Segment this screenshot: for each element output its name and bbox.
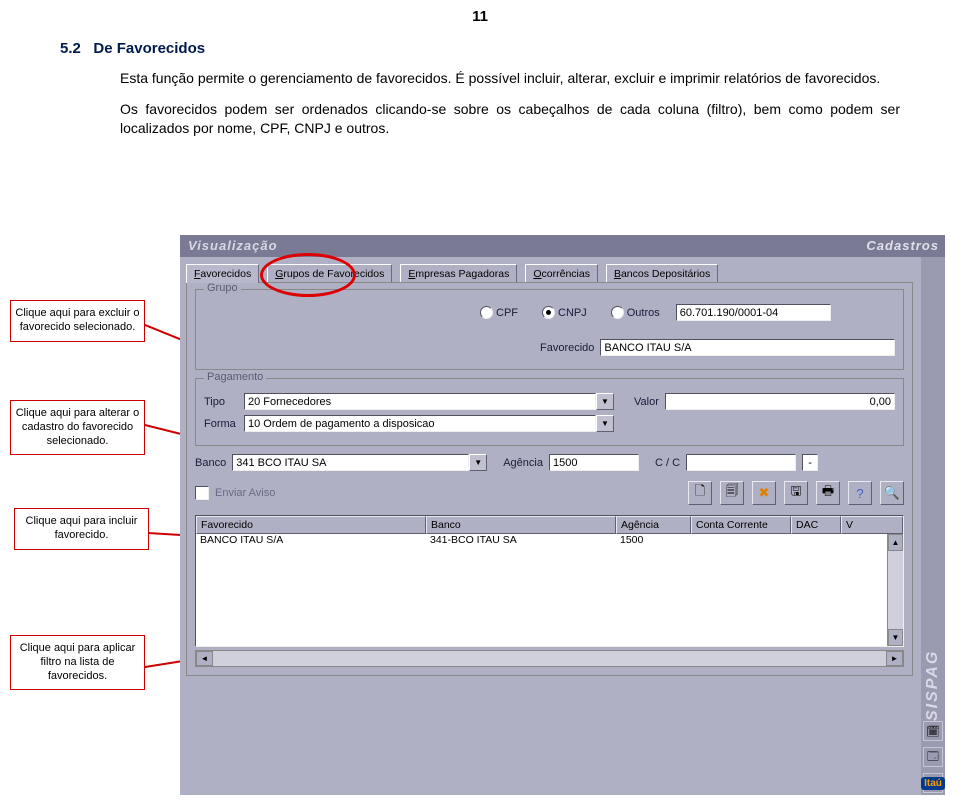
- favorecido-label: Favorecido: [540, 342, 594, 354]
- app-window: Visualização Cadastros SISPAG 🗓 🗔 Itaú F…: [180, 235, 945, 795]
- agencia-input[interactable]: 1500: [549, 454, 639, 471]
- filter-button[interactable]: 🔍: [880, 481, 904, 505]
- delete-button[interactable]: ✖: [752, 481, 776, 505]
- radio-cnpj[interactable]: CNPJ: [542, 306, 587, 319]
- fieldset-grupo: Grupo CPF CNPJ Outros 60.701.190/0001-04…: [195, 289, 904, 370]
- callout-excluir: Clique aqui para excluir o favorecido se…: [10, 300, 145, 342]
- tab-panel: Grupo CPF CNPJ Outros 60.701.190/0001-04…: [186, 282, 913, 676]
- toolbar: 🗋 🗐 ✖ 🖫 🖶 ? 🔍: [688, 481, 904, 505]
- sidebar-window-icon[interactable]: 🗔: [923, 747, 943, 767]
- tab-bancos[interactable]: Bancos Depositários: [606, 264, 718, 283]
- tipo-label: Tipo: [204, 396, 238, 408]
- right-sidebar: SISPAG 🗓 🗔 Itaú: [921, 257, 945, 795]
- agencia-label: Agência: [503, 457, 543, 469]
- table-row[interactable]: BANCO ITAU S/A 341-BCO ITAU SA 1500: [196, 534, 903, 550]
- enviar-aviso-checkbox[interactable]: [195, 486, 209, 500]
- edit-button[interactable]: 🗐: [720, 481, 744, 505]
- enviar-aviso-label: Enviar Aviso: [215, 487, 275, 499]
- forma-label: Forma: [204, 418, 238, 430]
- th-v[interactable]: V: [841, 516, 903, 534]
- cc-dv-input[interactable]: -: [802, 454, 818, 471]
- scroll-up-icon[interactable]: ▲: [888, 534, 903, 551]
- chevron-down-icon[interactable]: ▼: [596, 393, 614, 410]
- page-number: 11: [472, 8, 488, 25]
- tab-favorecidos[interactable]: Favorecidos: [186, 264, 259, 283]
- th-agencia[interactable]: Agência: [616, 516, 691, 534]
- scroll-left-icon[interactable]: ◄: [196, 651, 213, 666]
- th-dac[interactable]: DAC: [791, 516, 841, 534]
- banco-label: Banco: [195, 457, 226, 469]
- chevron-down-icon[interactable]: ▼: [469, 454, 487, 471]
- forma-select[interactable]: 10 Ordem de pagamento a disposicao ▼: [244, 415, 614, 432]
- valor-input[interactable]: 0,00: [665, 393, 895, 410]
- callout-incluir: Clique aqui para incluir favorecido.: [14, 508, 149, 550]
- section-number: 5.2: [60, 40, 81, 57]
- callout-alterar: Clique aqui para alterar o cadastro do f…: [10, 400, 145, 455]
- fieldset-pagamento: Pagamento Tipo 20 Fornecedores ▼ Valor 0…: [195, 378, 904, 446]
- sidebar-app-name: SISPAG: [924, 287, 942, 721]
- app-titlebar: Visualização Cadastros: [180, 235, 945, 257]
- print-button[interactable]: 🖶: [816, 481, 840, 505]
- favorecido-input[interactable]: BANCO ITAU S/A: [600, 339, 895, 356]
- th-favorecido[interactable]: Favorecido: [196, 516, 426, 534]
- table-header: Favorecido Banco Agência Conta Corrente …: [196, 516, 903, 534]
- th-banco[interactable]: Banco: [426, 516, 616, 534]
- save-button[interactable]: 🖫: [784, 481, 808, 505]
- sidebar-logo: Itaú: [923, 773, 943, 793]
- tipo-select[interactable]: 20 Fornecedores ▼: [244, 393, 614, 410]
- sidebar-calendar-icon[interactable]: 🗓: [923, 721, 943, 741]
- section-para-1: Esta função permite o gerenciamento de f…: [120, 69, 900, 88]
- scroll-right-icon[interactable]: ►: [886, 651, 903, 666]
- tab-ocorrencias[interactable]: Ocorrências: [525, 264, 598, 283]
- legend-pagamento: Pagamento: [204, 371, 266, 383]
- radio-cpf[interactable]: CPF: [480, 306, 518, 319]
- cc-label: C / C: [655, 457, 680, 469]
- new-button[interactable]: 🗋: [688, 481, 712, 505]
- cc-input[interactable]: [686, 454, 796, 471]
- window-brand: Cadastros: [866, 235, 939, 257]
- tabstrip: Favorecidos Grupos de Favorecidos Empres…: [186, 263, 913, 283]
- section-title-text: De Favorecidos: [93, 40, 205, 57]
- chevron-down-icon[interactable]: ▼: [596, 415, 614, 432]
- id-input[interactable]: 60.701.190/0001-04: [676, 304, 831, 321]
- result-table: Favorecido Banco Agência Conta Corrente …: [195, 515, 904, 647]
- valor-label: Valor: [634, 396, 659, 408]
- section-para-2: Os favorecidos podem ser ordenados clica…: [120, 100, 900, 138]
- th-cc[interactable]: Conta Corrente: [691, 516, 791, 534]
- tab-empresas[interactable]: Empresas Pagadoras: [400, 264, 517, 283]
- section-heading: 5.2 De Favorecidos: [60, 40, 900, 57]
- vertical-scrollbar[interactable]: ▲ ▼: [887, 534, 903, 646]
- radio-outros[interactable]: Outros: [611, 306, 660, 319]
- tab-grupos[interactable]: Grupos de Favorecidos: [267, 264, 392, 283]
- help-button[interactable]: ?: [848, 481, 872, 505]
- callout-filtro: Clique aqui para aplicar filtro na lista…: [10, 635, 145, 690]
- scroll-down-icon[interactable]: ▼: [888, 629, 903, 646]
- legend-grupo: Grupo: [204, 282, 241, 294]
- horizontal-scrollbar[interactable]: ◄ ►: [195, 650, 904, 667]
- window-title: Visualização: [188, 235, 278, 257]
- banco-select[interactable]: 341 BCO ITAU SA ▼: [232, 454, 487, 471]
